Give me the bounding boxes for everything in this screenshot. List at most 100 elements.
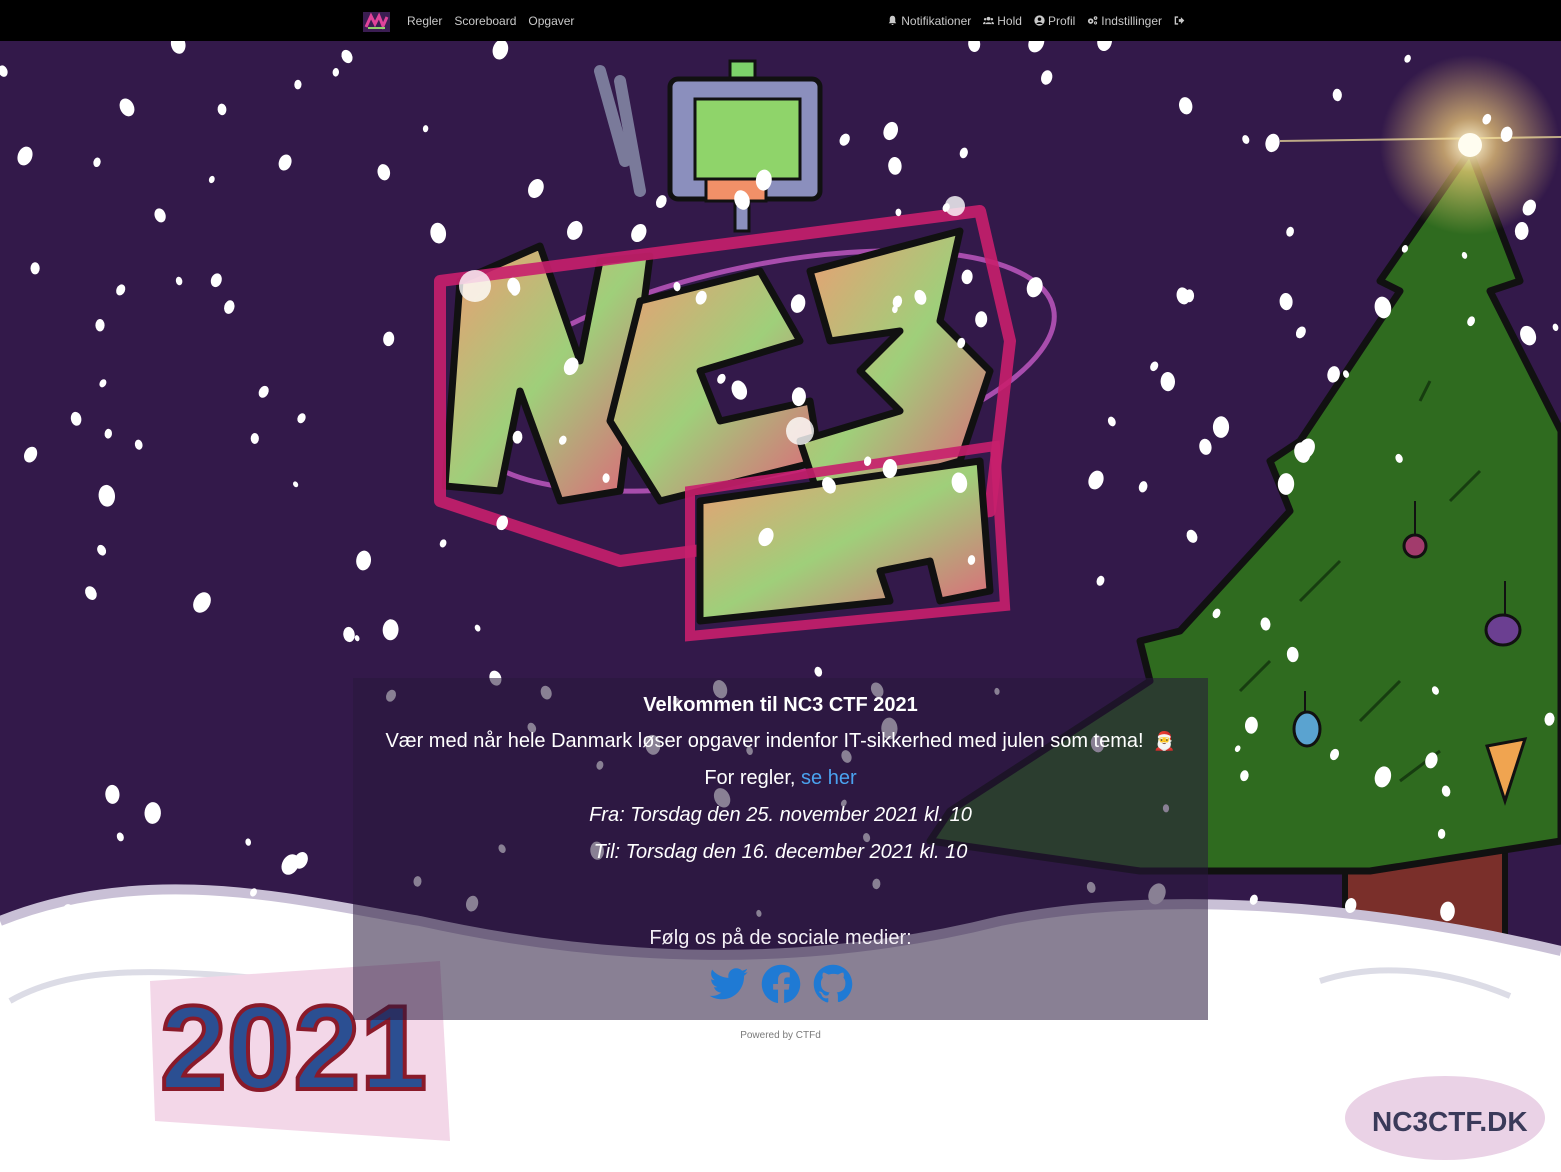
facebook-icon [761, 964, 800, 1004]
end-date: Til: Torsdag den 16. december 2021 kl. 1… [593, 841, 968, 863]
powered-by-footer: Powered by CTFd [740, 1030, 821, 1041]
snowflake [439, 539, 447, 548]
welcome-panel: Velkommen til NC3 CTF 2021 Vær med når h… [353, 678, 1208, 1020]
snowflake [332, 68, 340, 77]
snowflake [85, 586, 97, 600]
nav-profil[interactable]: Profil [1034, 14, 1075, 28]
snowflake [104, 428, 113, 439]
brand-logo[interactable] [363, 12, 390, 32]
snowflake [717, 373, 726, 384]
snowflake [356, 550, 372, 571]
nav-hold-label: Hold [997, 13, 1022, 28]
snowflake [116, 284, 126, 296]
twitter-link[interactable] [708, 963, 750, 1005]
facebook-link[interactable] [760, 963, 802, 1005]
snowflake [245, 838, 252, 846]
snowflake [193, 592, 211, 613]
nav-indstillinger-label: Indstillinger [1101, 13, 1162, 28]
site-sticker: NC3CTF.DK [1345, 1076, 1545, 1160]
snowflake [1332, 88, 1342, 102]
snowflake [341, 49, 353, 64]
rules-prefix: For regler, [704, 767, 802, 789]
snowflake [731, 380, 748, 400]
snowflake [30, 262, 40, 275]
social-text: Følg os på de sociale medier: [649, 927, 912, 949]
snowflake [343, 626, 355, 643]
nav-notifikationer[interactable]: Notifikationer [887, 14, 971, 28]
snowflake [528, 178, 544, 199]
snowflake [154, 208, 166, 223]
social-links [353, 963, 1208, 1005]
nav-profil-label: Profil [1047, 13, 1076, 28]
snowflake [210, 273, 222, 288]
snowflake [814, 666, 823, 677]
snowflake [97, 544, 107, 556]
sign-out-icon [1174, 16, 1185, 25]
snowflake [430, 222, 447, 244]
snowflake [224, 300, 235, 314]
snowflake [961, 269, 973, 285]
github-link[interactable] [812, 963, 854, 1005]
snowflake [959, 147, 968, 159]
snowflake [250, 433, 259, 444]
snowflake [1041, 70, 1053, 85]
snowflake [1150, 361, 1159, 372]
snowflake [98, 484, 116, 507]
snowflake [1138, 481, 1148, 493]
snowflake [119, 98, 135, 117]
nc3-ctf-logo [434, 59, 1057, 642]
snowflake [631, 223, 647, 243]
nav-scoreboard[interactable]: Scoreboard [454, 14, 516, 28]
snowflake [1514, 222, 1529, 240]
snowflake [655, 195, 667, 209]
snowflake [1178, 97, 1193, 115]
snowflake [1160, 372, 1176, 392]
snowflake [1242, 135, 1250, 144]
snowflake [888, 157, 902, 175]
snowflake [968, 41, 981, 52]
snowflake [170, 41, 186, 54]
snowflake [105, 784, 120, 804]
snowflake [93, 157, 101, 168]
snowflake [567, 220, 583, 240]
snowflake [134, 439, 143, 450]
user-circle-icon [1034, 15, 1045, 26]
nav-hold[interactable]: Hold [983, 14, 1022, 28]
rules-link[interactable]: se her [801, 767, 857, 789]
snowflake [1028, 41, 1045, 53]
users-icon [983, 16, 995, 25]
snowflake [1552, 323, 1559, 331]
snowflake [1088, 470, 1104, 490]
nav-notifikationer-label: Notifikationer [901, 13, 972, 28]
logout-button[interactable] [1174, 15, 1188, 26]
snowflake [383, 331, 395, 347]
snowflake [0, 65, 8, 77]
snowflake [474, 624, 481, 632]
santa-icon: 🎅 [1153, 731, 1176, 751]
snowflake [492, 41, 509, 60]
snowflake [790, 294, 806, 313]
snowflake [70, 411, 82, 426]
snowflake [1176, 287, 1190, 305]
nav-indstillinger[interactable]: Indstillinger [1087, 14, 1162, 28]
rules-line: For regler, se her [353, 767, 1208, 790]
snowflake [1212, 416, 1230, 438]
nav-regler[interactable]: Regler [407, 14, 442, 28]
snowflake [895, 208, 902, 217]
welcome-title: Velkommen til NC3 CTF 2021 [643, 694, 918, 716]
snowflake [297, 413, 306, 424]
snowflake [175, 276, 183, 286]
snowflake [1199, 438, 1212, 455]
snowflake [1265, 133, 1280, 153]
svg-text:NC3CTF.DK: NC3CTF.DK [1372, 1106, 1528, 1137]
snowflake [23, 446, 38, 463]
snowflake [382, 619, 399, 641]
snowflake [99, 379, 107, 388]
snowflake [116, 832, 124, 842]
nav-opgaver[interactable]: Opgaver [528, 14, 574, 28]
snowflake [95, 319, 105, 332]
snowflake [17, 146, 33, 166]
snowflake [258, 385, 269, 398]
snowflake [1186, 529, 1198, 543]
welcome-description-text: Vær med når hele Danmark løser opgaver i… [385, 730, 1144, 752]
